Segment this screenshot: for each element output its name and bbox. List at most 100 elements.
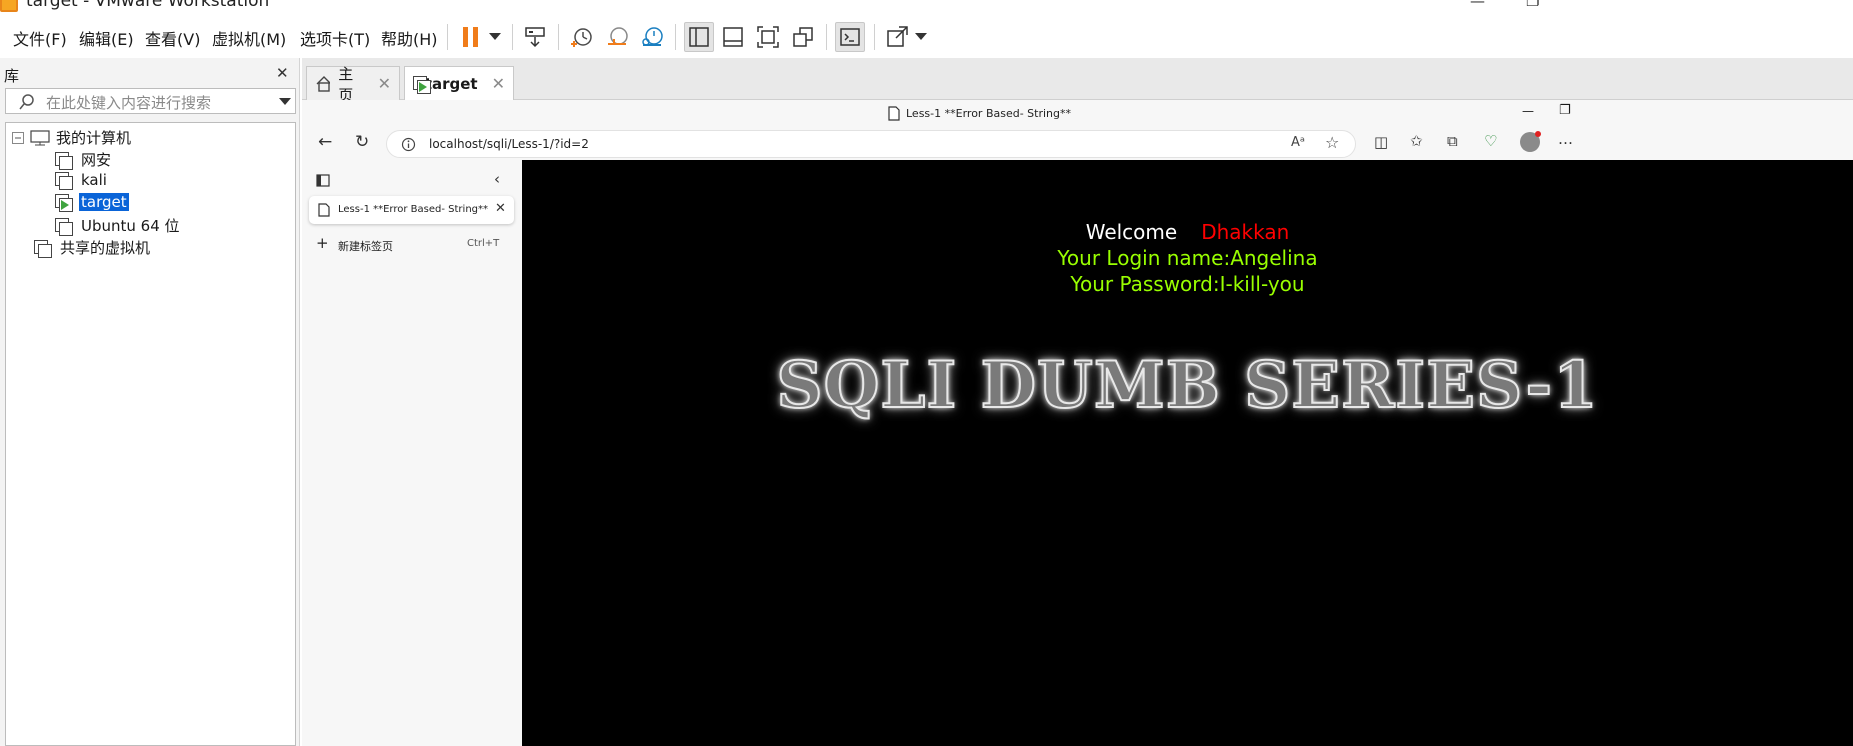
tree-label: Ubuntu 64 位 <box>81 217 180 235</box>
console-icon[interactable] <box>835 22 865 52</box>
vm-icon <box>55 151 73 170</box>
new-tab-label: 新建标签页 <box>338 240 393 253</box>
favorite-star-icon[interactable]: ☆ <box>1325 133 1339 152</box>
library-search-input[interactable]: 在此处键入内容进行搜索 <box>5 88 296 114</box>
search-icon <box>19 94 34 110</box>
thumbnail-bar-icon[interactable] <box>718 22 748 52</box>
welcome-line: Welcome Dhakkan <box>522 220 1853 244</box>
guest-screen[interactable]: Less-1 **Error Based- String** — ❐ ← ↻ l… <box>302 100 1853 746</box>
tree-label: 网安 <box>81 151 112 169</box>
vm-tabstrip: 主页 ✕ target ✕ <box>302 58 1853 104</box>
vm-tree: 我的计算机 网安 kali target Ubuntu 64 位 共享的虚拟机 <box>5 122 296 746</box>
new-tab-button[interactable]: + 新建标签页 Ctrl+T <box>314 234 510 256</box>
library-view-icon[interactable] <box>684 22 714 52</box>
toolbar-separator <box>512 24 513 50</box>
toolbar-separator <box>874 24 875 50</box>
minimize-button[interactable]: — <box>1470 0 1485 10</box>
snapshot-revert-icon[interactable] <box>602 22 632 52</box>
collapse-pane-icon[interactable]: ‹ <box>494 170 500 188</box>
power-dropdown-icon[interactable] <box>480 22 510 52</box>
address-bar[interactable]: localhost/sqli/Less-1/?id=2 Aᵃ ☆ <box>386 130 1356 158</box>
password-line: Your Password:I-kill-you <box>1070 272 1305 296</box>
browser-window-title: Less-1 **Error Based- String** <box>906 107 1071 120</box>
welcome-text: Welcome <box>1085 220 1178 244</box>
tab-home[interactable]: 主页 ✕ <box>306 65 400 104</box>
toolbar-separator <box>826 24 827 50</box>
browser-minimize-button[interactable]: — <box>1522 104 1534 118</box>
page-icon <box>318 203 330 217</box>
browser-toolbar: ← ↻ localhost/sqli/Less-1/?id=2 Aᵃ ☆ ◫ ✩… <box>302 128 1853 160</box>
close-icon[interactable]: ✕ <box>495 201 506 216</box>
snapshot-take-icon[interactable] <box>566 22 596 52</box>
maximize-button[interactable]: ❐ <box>1526 0 1539 10</box>
library-title: 库 <box>4 67 20 85</box>
refresh-icon[interactable]: ↻ <box>355 132 369 152</box>
unity-icon[interactable] <box>788 22 818 52</box>
info-icon <box>401 137 416 152</box>
vmware-app-icon <box>0 0 18 12</box>
browser-essentials-icon[interactable]: ♡ <box>1484 132 1497 150</box>
fullscreen-icon[interactable] <box>753 22 783 52</box>
tree-vm-item[interactable]: Ubuntu 64 位 <box>55 215 182 236</box>
vm-icon <box>55 217 73 236</box>
tree-vm-item[interactable]: 网安 <box>55 149 113 170</box>
shared-vm-icon <box>34 239 52 258</box>
read-aloud-icon[interactable]: Aᵃ <box>1291 135 1305 150</box>
menu-edit[interactable]: 编辑(E) <box>79 26 134 50</box>
tree-vm-item-selected[interactable]: target <box>55 193 129 212</box>
menu-tabs[interactable]: 选项卡(T) <box>300 26 370 50</box>
page-icon <box>888 106 900 121</box>
sqli-banner: SQLI DUMB SERIES-1 <box>775 347 1599 424</box>
menu-help[interactable]: 帮助(H) <box>381 26 438 50</box>
tab-target[interactable]: target ✕ <box>404 66 514 100</box>
tree-label: 我的计算机 <box>56 129 132 147</box>
menu-view[interactable]: 查看(V) <box>145 26 200 50</box>
close-icon[interactable]: ✕ <box>492 74 505 93</box>
window-titlebar: target - VMware Workstation — ❐ <box>0 0 1853 16</box>
back-icon[interactable]: ← <box>318 132 332 152</box>
stretch-dropdown-icon[interactable] <box>906 22 936 52</box>
vertical-tab-current[interactable]: Less-1 **Error Based- String** ✕ <box>309 196 514 224</box>
tree-label: kali <box>81 171 107 189</box>
window-title: target - VMware Workstation <box>26 0 270 11</box>
vertical-tabs-pane: ‹ Less-1 **Error Based- String** ✕ + 新建标… <box>302 160 522 746</box>
tab-actions-icon[interactable] <box>316 174 330 187</box>
tree-vm-item[interactable]: kali <box>55 171 109 190</box>
tree-root-my-computer[interactable]: 我的计算机 <box>12 127 133 148</box>
login-name-line: Your Login name:Angelina <box>1057 246 1318 270</box>
close-icon[interactable]: ✕ <box>276 64 289 82</box>
toolbar-separator <box>675 24 676 50</box>
computer-icon <box>30 129 50 145</box>
toolbar-separator <box>558 24 559 50</box>
send-ctrl-alt-del-icon[interactable] <box>520 22 550 52</box>
snapshot-manager-icon[interactable] <box>637 22 667 52</box>
vertical-tab-title: Less-1 **Error Based- String** <box>338 204 488 215</box>
close-icon[interactable]: ✕ <box>378 74 391 93</box>
favorites-icon[interactable]: ✩ <box>1410 132 1423 150</box>
tree-label: 共享的虚拟机 <box>60 239 151 257</box>
split-screen-icon[interactable]: ◫ <box>1374 133 1388 151</box>
plus-icon: + <box>316 234 329 252</box>
url-text: localhost/sqli/Less-1/?id=2 <box>429 137 589 151</box>
more-menu-icon[interactable]: … <box>1558 130 1573 148</box>
welcome-name: Dhakkan <box>1201 220 1290 244</box>
web-page-content[interactable]: Welcome Dhakkan Your Login name:Angelina … <box>522 160 1853 746</box>
tab-label: target <box>424 74 478 93</box>
collections-icon[interactable]: ⧉ <box>1447 132 1458 150</box>
menu-vm[interactable]: 虚拟机(M) <box>212 26 286 50</box>
toolbar-separator <box>447 24 448 50</box>
search-placeholder: 在此处键入内容进行搜索 <box>46 94 212 112</box>
tree-label: target <box>79 193 129 211</box>
chevron-down-icon[interactable] <box>279 98 291 105</box>
collapse-icon[interactable] <box>12 131 24 144</box>
vm-icon <box>55 172 73 190</box>
profile-avatar[interactable] <box>1520 131 1541 152</box>
menu-toolbar: 文件(F) 编辑(E) 查看(V) 虚拟机(M) 选项卡(T) 帮助(H) <box>0 16 1853 58</box>
library-panel: 库 ✕ 在此处键入内容进行搜索 我的计算机 网安 kali target Ubu… <box>0 58 300 746</box>
new-tab-shortcut: Ctrl+T <box>467 238 500 249</box>
tree-shared-vms[interactable]: 共享的虚拟机 <box>34 237 152 258</box>
vm-running-icon <box>413 75 431 94</box>
vm-running-icon <box>55 194 73 212</box>
browser-maximize-button[interactable]: ❐ <box>1559 103 1571 118</box>
menu-file[interactable]: 文件(F) <box>13 26 67 50</box>
